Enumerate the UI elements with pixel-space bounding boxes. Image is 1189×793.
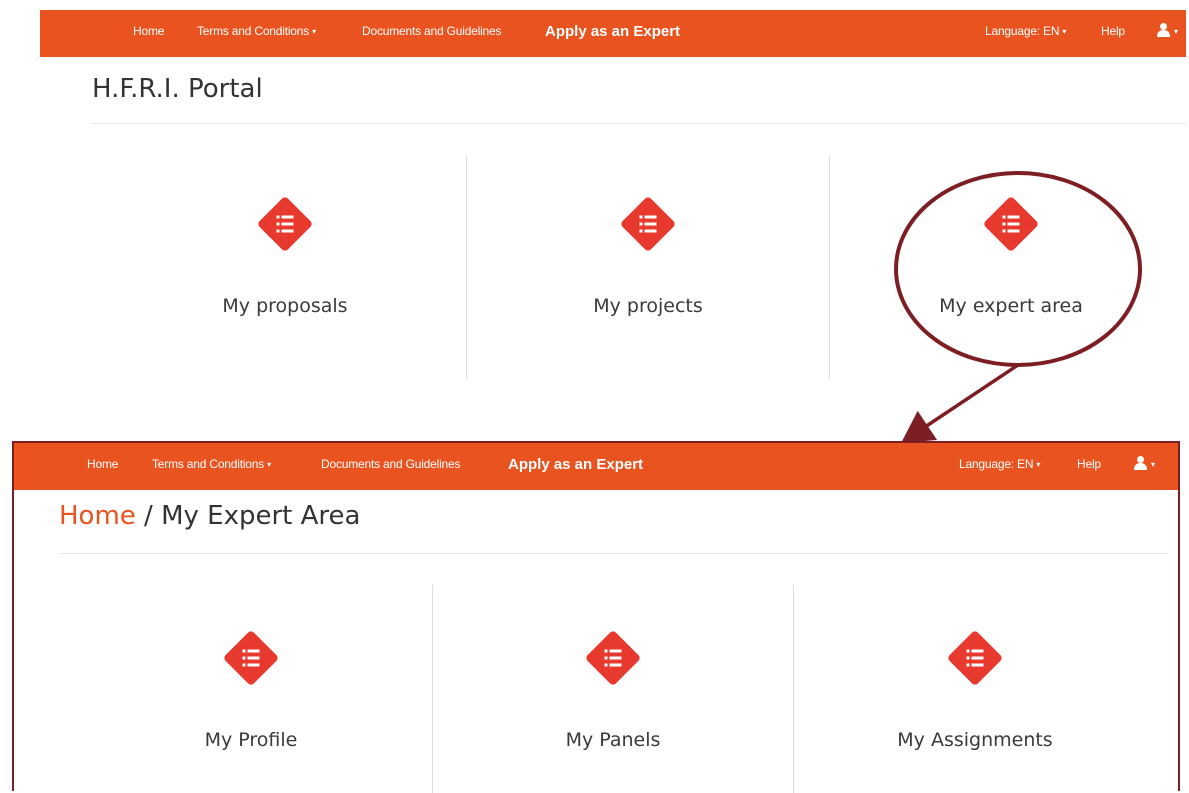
title-divider (92, 123, 1186, 124)
nav-help-link[interactable]: Help (1101, 10, 1125, 57)
tile-label: My expert area (939, 295, 1083, 317)
tile-my-projects[interactable]: My projects (467, 155, 829, 379)
tile-label: My Assignments (897, 729, 1053, 751)
nav-user-menu[interactable]: ▾ (1157, 10, 1178, 57)
nav-terms-label: Terms and Conditions (197, 24, 310, 38)
tile-my-expert-area[interactable]: My expert area (830, 155, 1189, 379)
list-icon (615, 191, 681, 257)
nav-terms-label: Terms and Conditions (152, 457, 265, 471)
nav-documents-link[interactable]: Documents and Guidelines (362, 10, 501, 57)
nav-language-dropdown[interactable]: Language: EN ▾ (959, 443, 1040, 490)
top-navbar: Home Terms and Conditions ▾ Documents and… (14, 443, 1178, 490)
caret-down-icon: ▾ (312, 27, 316, 36)
tile-my-assignments[interactable]: My Assignments (794, 585, 1156, 793)
list-icon (942, 625, 1008, 691)
breadcrumb-home-link[interactable]: Home (59, 501, 136, 531)
list-icon (580, 625, 646, 691)
nav-terms-dropdown[interactable]: Terms and Conditions ▾ (152, 443, 271, 490)
title-divider (59, 553, 1169, 554)
nav-language-dropdown[interactable]: Language: EN ▾ (985, 10, 1066, 57)
top-navbar: Home Terms and Conditions ▾ Documents and… (40, 10, 1186, 57)
tile-label: My Profile (204, 729, 298, 751)
nav-language-label: Language: EN (985, 24, 1060, 38)
breadcrumb: Home / My Expert Area (59, 501, 360, 531)
list-icon (978, 191, 1044, 257)
portal-home-screen: Home Terms and Conditions ▾ Documents and… (40, 10, 1186, 385)
breadcrumb-current: My Expert Area (161, 501, 361, 531)
user-icon (1157, 23, 1171, 37)
tile-label: My Panels (565, 729, 661, 751)
tile-my-profile[interactable]: My Profile (70, 585, 432, 793)
caret-down-icon: ▾ (267, 460, 271, 469)
list-icon (252, 191, 318, 257)
caret-down-icon: ▾ (1174, 27, 1178, 36)
user-icon (1134, 456, 1148, 470)
tile-label: My projects (593, 295, 703, 317)
tile-my-proposals[interactable]: My proposals (104, 155, 466, 379)
nav-documents-link[interactable]: Documents and Guidelines (321, 443, 460, 490)
nav-apply-expert-link[interactable]: Apply as an Expert (508, 443, 643, 490)
caret-down-icon: ▾ (1062, 27, 1067, 36)
nav-user-menu[interactable]: ▾ (1134, 443, 1155, 490)
list-icon (218, 625, 284, 691)
tile-my-panels[interactable]: My Panels (432, 585, 794, 793)
breadcrumb-separator: / (135, 501, 162, 531)
nav-home-link[interactable]: Home (133, 10, 164, 57)
nav-help-link[interactable]: Help (1077, 443, 1101, 490)
nav-apply-expert-link[interactable]: Apply as an Expert (545, 10, 680, 57)
nav-home-link[interactable]: Home (87, 443, 118, 490)
page-title: H.F.R.I. Portal (92, 74, 263, 104)
nav-terms-dropdown[interactable]: Terms and Conditions ▾ (197, 10, 316, 57)
nav-language-label: Language: EN (959, 457, 1034, 471)
tile-label: My proposals (222, 295, 348, 317)
caret-down-icon: ▾ (1151, 460, 1155, 469)
caret-down-icon: ▾ (1036, 460, 1041, 469)
expert-area-screen: Home Terms and Conditions ▾ Documents and… (12, 441, 1180, 793)
